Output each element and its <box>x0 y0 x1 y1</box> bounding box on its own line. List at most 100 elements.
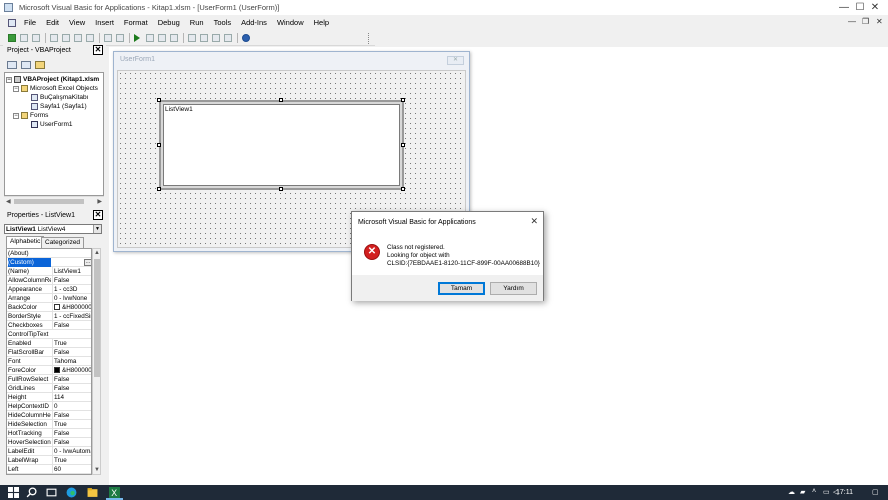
menu-format[interactable]: Format <box>119 15 153 31</box>
resize-handle[interactable] <box>157 143 161 147</box>
mdi-minimize-button[interactable]: — <box>848 17 856 26</box>
run-icon[interactable] <box>134 34 144 42</box>
property-row[interactable]: FullRowSelect False <box>7 375 91 384</box>
property-value[interactable]: True <box>52 339 91 348</box>
tree-node-vbaproject[interactable]: − VBAProject (Kitap1.xlsm <box>6 75 99 84</box>
property-row[interactable]: Left 60 <box>7 465 91 474</box>
property-value[interactable]: &H8000000 <box>52 366 91 375</box>
properties-pane-close-button[interactable]: ✕ <box>93 210 103 220</box>
property-row[interactable]: FlatScrollBar False <box>7 348 91 357</box>
paste-icon[interactable] <box>74 34 82 42</box>
property-row[interactable]: LabelWrap True <box>7 456 91 465</box>
design-mode-icon[interactable] <box>170 34 178 42</box>
property-row[interactable]: HideSelection True <box>7 420 91 429</box>
object-selector[interactable]: ListView1 ListView4 ▼ <box>4 224 102 234</box>
view-code-icon[interactable] <box>7 60 17 69</box>
menu-edit[interactable]: Edit <box>41 15 64 31</box>
property-value[interactable]: ListView1 <box>52 267 91 276</box>
property-value[interactable]: True <box>52 456 91 465</box>
close-button[interactable]: ✕ <box>862 0 888 15</box>
chevron-up-icon[interactable]: ˄ <box>812 488 816 495</box>
property-row[interactable]: Height 114 <box>7 393 91 402</box>
copy-icon[interactable] <box>62 34 70 42</box>
menu-add-ins[interactable]: Add-Ins <box>236 15 272 31</box>
property-row[interactable]: HelpContextID 0 <box>7 402 91 411</box>
resize-handle[interactable] <box>401 187 405 191</box>
menu-insert[interactable]: Insert <box>90 15 119 31</box>
property-row[interactable]: BorderStyle 1 - ccFixedSingle <box>7 312 91 321</box>
tree-node-sheet1[interactable]: Sayfa1 (Sayfa1) <box>31 102 87 111</box>
mdi-close-button[interactable]: ✕ <box>876 17 883 26</box>
property-row[interactable]: Font Tahoma <box>7 357 91 366</box>
menu-view[interactable]: View <box>64 15 90 31</box>
tree-node-forms[interactable]: − Forms <box>13 111 48 120</box>
property-row[interactable]: Checkboxes False <box>7 321 91 330</box>
scroll-left-icon[interactable]: ◀ <box>6 198 11 205</box>
property-row[interactable]: Appearance 1 - cc3D <box>7 285 91 294</box>
toggle-folders-icon[interactable] <box>35 60 45 69</box>
ok-button[interactable]: Tamam <box>438 282 485 295</box>
resize-handle[interactable] <box>157 187 161 191</box>
property-value[interactable]: False <box>52 375 91 384</box>
property-row[interactable]: (About) <box>7 249 91 258</box>
property-row[interactable]: HideColumnHeadersFalse <box>7 411 91 420</box>
menu-window[interactable]: Window <box>272 15 309 31</box>
insert-userform-icon[interactable] <box>20 34 28 42</box>
scroll-up-icon[interactable]: ▲ <box>94 250 100 256</box>
property-value[interactable]: False <box>52 348 91 357</box>
undo-icon[interactable] <box>104 34 112 42</box>
property-value[interactable]: Tahoma <box>52 357 91 366</box>
tree-node-userform1[interactable]: UserForm1 <box>31 120 73 129</box>
find-icon[interactable] <box>86 34 94 42</box>
cut-icon[interactable] <box>50 34 58 42</box>
excel-icon[interactable]: X <box>109 487 120 498</box>
document-icon[interactable] <box>8 19 16 27</box>
reset-icon[interactable] <box>158 34 166 42</box>
search-icon[interactable] <box>26 487 37 498</box>
help-icon[interactable] <box>242 34 250 42</box>
menu-help[interactable]: Help <box>309 15 334 31</box>
property-value[interactable]: False <box>52 384 91 393</box>
defender-icon[interactable]: ▰ <box>800 488 805 496</box>
resize-handle[interactable] <box>401 143 405 147</box>
break-icon[interactable] <box>146 34 154 42</box>
property-value[interactable]: 0 - lvwAutomatic <box>52 447 91 456</box>
property-row[interactable]: HoverSelection False <box>7 438 91 447</box>
view-excel-icon[interactable] <box>8 34 16 42</box>
property-row[interactable]: LabelEdit 0 - lvwAutomatic <box>7 447 91 456</box>
property-value[interactable]: False <box>52 321 91 330</box>
menu-run[interactable]: Run <box>185 15 209 31</box>
scroll-right-icon[interactable]: ▶ <box>97 198 102 205</box>
property-row[interactable]: (Custom)... <box>7 258 91 267</box>
project-pane-close-button[interactable]: ✕ <box>93 45 103 55</box>
mdi-restore-button[interactable]: ❐ <box>862 17 869 26</box>
collapse-icon[interactable]: − <box>6 76 12 83</box>
network-icon[interactable]: ▭ <box>823 488 830 496</box>
property-row[interactable]: Enabled True <box>7 339 91 348</box>
menu-tools[interactable]: Tools <box>209 15 237 31</box>
menu-file[interactable]: File <box>19 15 41 31</box>
property-row[interactable]: BackColor &H8000000 <box>7 303 91 312</box>
properties-vscrollbar[interactable]: ▲ ▼ <box>92 248 101 475</box>
property-row[interactable]: (Name) ListView1 <box>7 267 91 276</box>
property-row[interactable]: AllowColumnReorderFalse <box>7 276 91 285</box>
toolbox-icon[interactable] <box>224 34 232 42</box>
property-value[interactable]: False <box>52 429 91 438</box>
chevron-down-icon[interactable]: ▼ <box>93 225 101 233</box>
start-icon[interactable] <box>8 487 19 498</box>
collapse-icon[interactable]: − <box>13 112 19 119</box>
property-value[interactable]: False <box>52 411 91 420</box>
object-browser-icon[interactable] <box>212 34 220 42</box>
notifications-icon[interactable]: ▢ <box>872 488 879 496</box>
property-value[interactable]: 0 <box>52 402 91 411</box>
collapse-icon[interactable]: − <box>13 85 19 92</box>
scroll-thumb[interactable] <box>94 259 100 377</box>
ellipsis-button[interactable]: ... <box>84 259 91 266</box>
property-value[interactable]: 1 - ccFixedSingle <box>52 312 91 321</box>
scroll-thumb[interactable] <box>14 199 84 204</box>
save-icon[interactable] <box>32 34 40 42</box>
properties-window-icon[interactable] <box>200 34 208 42</box>
property-row[interactable]: ForeColor &H8000000 <box>7 366 91 375</box>
cloud-icon[interactable]: ☁ <box>788 488 795 496</box>
menu-debug[interactable]: Debug <box>153 15 185 31</box>
